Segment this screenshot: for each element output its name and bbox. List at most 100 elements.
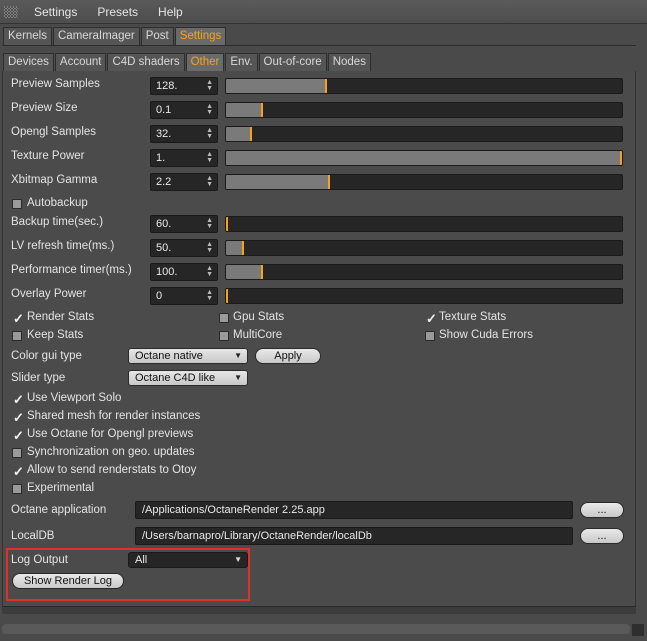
multicore-checkbox[interactable]	[219, 331, 229, 341]
lv-refresh-time-ms-slider[interactable]	[225, 240, 623, 256]
autobackup-label: Autobackup	[27, 197, 88, 209]
show-cuda-errors-checkbox[interactable]	[425, 331, 435, 341]
use-viewport-solo-label: Use Viewport Solo	[27, 392, 122, 404]
octane-application-field[interactable]: /Applications/OctaneRender 2.25.app	[135, 501, 573, 519]
performance-timer-ms-value: 100.	[156, 266, 178, 278]
localdb-browse-button[interactable]: ...	[580, 528, 624, 544]
slider-handle[interactable]	[242, 241, 244, 255]
keep-stats-checkbox[interactable]	[12, 331, 22, 341]
slider-handle[interactable]	[226, 217, 228, 231]
spinner-arrows-icon[interactable]: ▲ ▼	[206, 289, 213, 302]
slider-fill	[226, 103, 261, 117]
tab-kernels[interactable]: Kernels	[3, 27, 52, 45]
sub-tabs: Devices Account C4D shaders Other Env. O…	[3, 53, 372, 71]
tab-nodes[interactable]: Nodes	[327, 53, 371, 71]
shared-mesh-for-render-instances-label: Shared mesh for render instances	[27, 410, 201, 422]
log-output-highlight-box	[6, 548, 250, 601]
preview-size-label: Preview Size	[11, 102, 78, 114]
tab-devices[interactable]: Devices	[3, 53, 54, 71]
preview-samples-slider[interactable]	[225, 78, 623, 94]
overlay-power-input[interactable]: 0 ▲ ▼	[150, 287, 218, 305]
spinner-arrows-icon[interactable]: ▲ ▼	[206, 265, 213, 278]
backup-time-sec-value: 60.	[156, 218, 172, 230]
texture-power-slider[interactable]	[225, 150, 623, 166]
apply-button[interactable]: Apply	[255, 348, 321, 364]
preview-size-value: 0.1	[156, 104, 172, 116]
color-gui-type-value: Octane native	[135, 350, 203, 362]
overlay-power-slider[interactable]	[225, 288, 623, 304]
synchronization-on-geo-updates-checkbox[interactable]	[12, 448, 22, 458]
chevron-down-icon: ▼	[234, 351, 242, 360]
xbitmap-gamma-input[interactable]: 2.2 ▲ ▼	[150, 173, 218, 191]
texture-power-input[interactable]: 1. ▲ ▼	[150, 149, 218, 167]
slider-fill	[226, 151, 620, 165]
slider-fill	[226, 175, 328, 189]
experimental-checkbox[interactable]	[12, 484, 22, 494]
menu-help[interactable]: Help	[148, 5, 193, 19]
resize-corner[interactable]	[632, 624, 644, 636]
slider-handle[interactable]	[261, 103, 263, 117]
tab-env[interactable]: Env.	[225, 53, 258, 71]
slider-handle[interactable]	[328, 175, 330, 189]
texture-stats-checkbox[interactable]: ✓	[425, 312, 437, 325]
spinner-arrows-icon[interactable]: ▲ ▼	[206, 151, 213, 164]
main-tabs: Kernels CameraImager Post Settings	[3, 27, 227, 45]
tab-out-of-core[interactable]: Out-of-core	[258, 53, 327, 71]
backup-time-sec-label: Backup time(sec.)	[11, 216, 104, 228]
experimental-label: Experimental	[27, 482, 95, 494]
slider-handle[interactable]	[250, 127, 252, 141]
use-viewport-solo-checkbox[interactable]: ✓	[12, 393, 24, 406]
preview-size-slider[interactable]	[225, 102, 623, 118]
lv-refresh-time-ms-input[interactable]: 50. ▲ ▼	[150, 239, 218, 257]
localdb-field[interactable]: /Users/barnapro/Library/OctaneRender/loc…	[135, 527, 573, 545]
use-octane-for-opengl-previews-checkbox[interactable]: ✓	[12, 429, 24, 442]
texture-stats-label: Texture Stats	[439, 311, 507, 323]
use-octane-for-opengl-previews-label: Use Octane for Opengl previews	[27, 428, 194, 440]
color-gui-type-dropdown[interactable]: Octane native ▼	[128, 348, 248, 364]
tab-c4d-shaders[interactable]: C4D shaders	[107, 53, 185, 71]
preview-size-input[interactable]: 0.1 ▲ ▼	[150, 101, 218, 119]
preview-samples-input[interactable]: 128. ▲ ▼	[150, 77, 218, 95]
xbitmap-gamma-label: Xbitmap Gamma	[11, 174, 98, 186]
spinner-arrows-icon[interactable]: ▲ ▼	[206, 127, 213, 140]
performance-timer-ms-input[interactable]: 100. ▲ ▼	[150, 263, 218, 281]
menu-presets[interactable]: Presets	[87, 5, 148, 19]
spinner-arrows-icon[interactable]: ▲ ▼	[206, 217, 213, 230]
menu-settings[interactable]: Settings	[24, 5, 87, 19]
slider-type-label: Slider type	[11, 372, 66, 384]
texture-power-label: Texture Power	[11, 150, 85, 162]
show-cuda-errors-label: Show Cuda Errors	[439, 329, 533, 341]
backup-time-sec-input[interactable]: 60. ▲ ▼	[150, 215, 218, 233]
slider-fill	[226, 265, 261, 279]
localdb-label: LocalDB	[11, 530, 55, 542]
slider-handle[interactable]	[620, 151, 622, 165]
chevron-down-icon: ▼	[234, 373, 242, 382]
tab-account[interactable]: Account	[54, 53, 107, 71]
slider-fill	[226, 127, 250, 141]
horizontal-scrollbar[interactable]	[2, 624, 630, 634]
tab-settings[interactable]: Settings	[174, 27, 227, 45]
allow-to-send-renderstats-to-otoy-checkbox[interactable]: ✓	[12, 465, 24, 478]
slider-type-dropdown[interactable]: Octane C4D like ▼	[128, 370, 248, 386]
slider-handle[interactable]	[261, 265, 263, 279]
xbitmap-gamma-slider[interactable]	[225, 174, 623, 190]
slider-type-value: Octane C4D like	[135, 372, 216, 384]
performance-timer-ms-slider[interactable]	[225, 264, 623, 280]
render-stats-checkbox[interactable]: ✓	[12, 312, 24, 325]
spinner-arrows-icon[interactable]: ▲ ▼	[206, 175, 213, 188]
spinner-arrows-icon[interactable]: ▲ ▼	[206, 103, 213, 116]
autobackup-checkbox[interactable]	[12, 199, 22, 209]
tab-cameraimager[interactable]: CameraImager	[53, 27, 140, 45]
octane-application-browse-button[interactable]: ...	[580, 502, 624, 518]
slider-handle[interactable]	[325, 79, 327, 93]
spinner-arrows-icon[interactable]: ▲ ▼	[206, 241, 213, 254]
shared-mesh-for-render-instances-checkbox[interactable]: ✓	[12, 411, 24, 424]
tab-post[interactable]: Post	[140, 27, 174, 45]
slider-handle[interactable]	[226, 289, 228, 303]
opengl-samples-slider[interactable]	[225, 126, 623, 142]
spinner-arrows-icon[interactable]: ▲ ▼	[206, 79, 213, 92]
backup-time-sec-slider[interactable]	[225, 216, 623, 232]
tab-other[interactable]: Other	[185, 53, 225, 71]
gpu-stats-checkbox[interactable]	[219, 313, 229, 323]
opengl-samples-input[interactable]: 32. ▲ ▼	[150, 125, 218, 143]
